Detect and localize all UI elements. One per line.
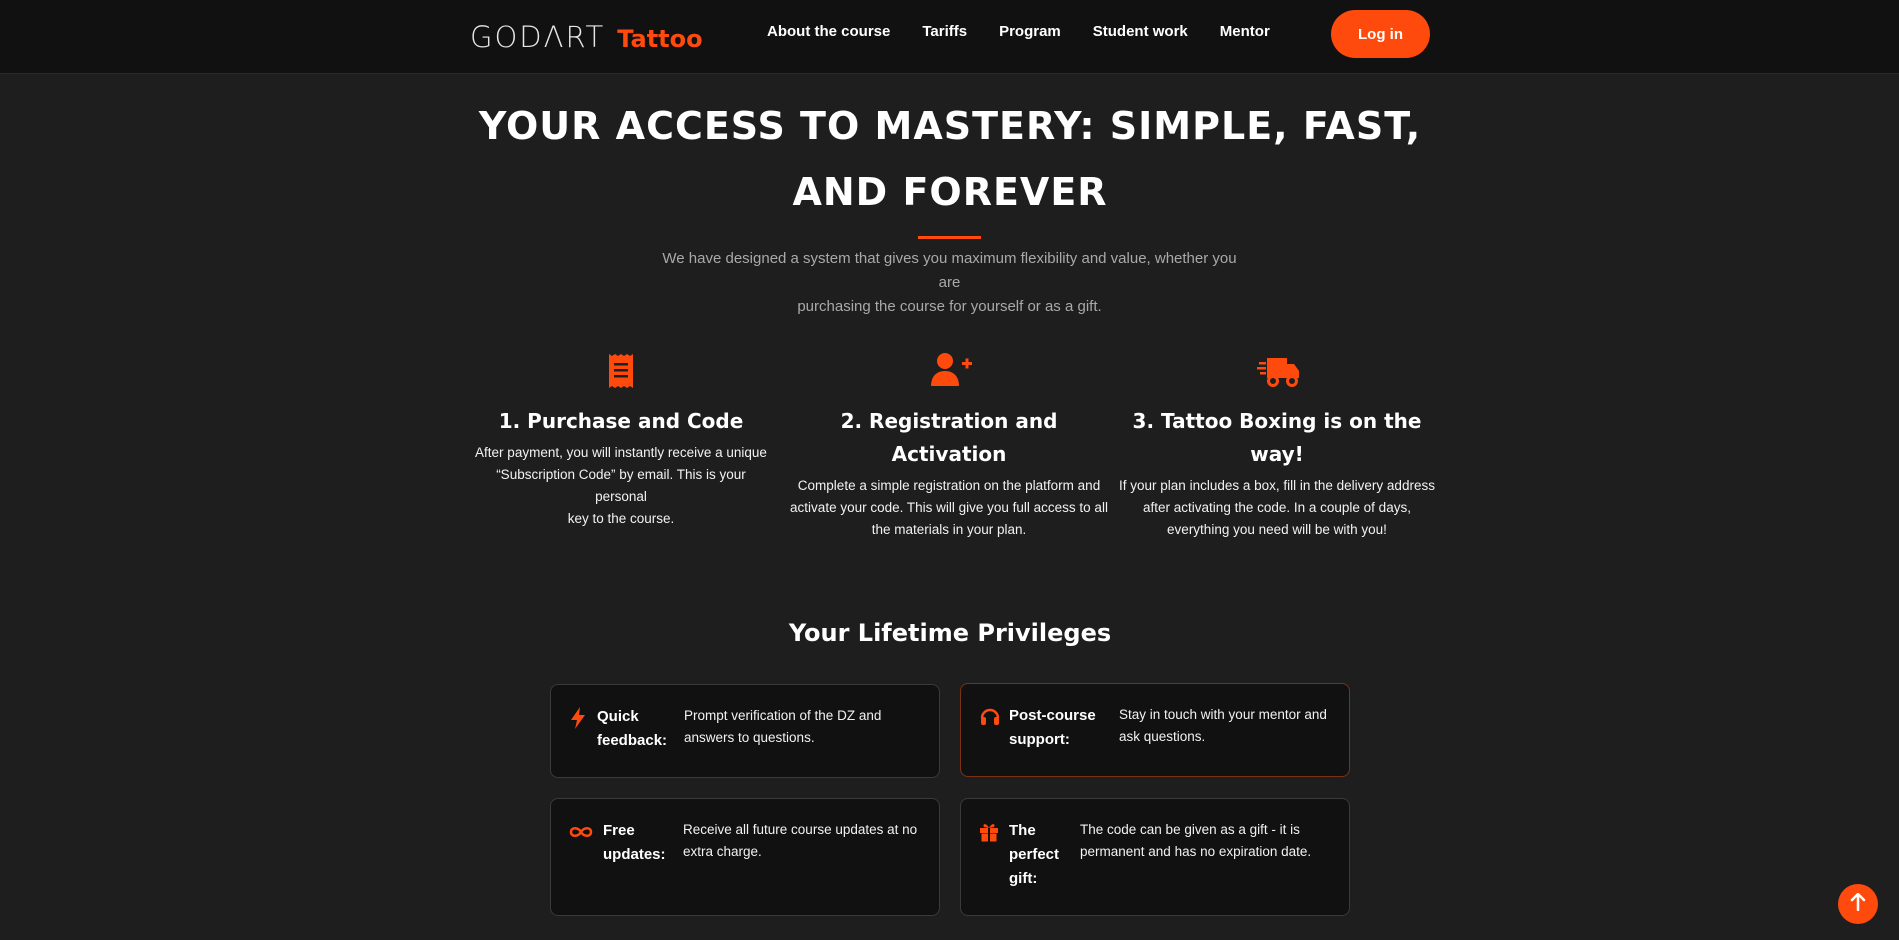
page-title-line-2: AND FOREVER [792, 170, 1108, 214]
main-nav: About the course Tariffs Program Student… [767, 23, 1302, 40]
privilege-title-line: Post-course [1009, 707, 1096, 724]
privilege-title-line: perfect [1009, 846, 1060, 863]
privilege-title-line: Quick [597, 708, 639, 725]
step-description: If your plan includes a box, fill in the… [1117, 475, 1437, 541]
step-description: After payment, you will instantly receiv… [471, 442, 771, 530]
nav-mentor[interactable]: Mentor [1220, 23, 1270, 40]
privilege-text-line: answers to questions. [684, 730, 815, 745]
step-text-line: activate your code. This will give you f… [790, 500, 1108, 515]
privilege-text-line: The code can be given as a gift - it is [1080, 822, 1300, 837]
step-title: 3. Tattoo Boxing is on the way! [1117, 405, 1437, 471]
step-title-line: 3. Tattoo Boxing is on the [1132, 409, 1422, 433]
privilege-title-line: updates: [603, 846, 666, 863]
page-title: YOUR ACCESS TO MASTERY: SIMPLE, FAST, AN… [450, 93, 1450, 225]
privilege-card-perfect-gift: The perfect gift: The code can be given … [960, 798, 1350, 916]
privilege-title: Free updates: [603, 819, 666, 867]
page-title-line-1: YOUR ACCESS TO MASTERY: SIMPLE, FAST, [478, 104, 1422, 148]
page-subtitle-line-2: purchasing the course for yourself or as… [797, 298, 1102, 315]
page-subtitle: We have designed a system that gives you… [660, 247, 1239, 319]
privilege-text-line: permanent and has no expiration date. [1080, 844, 1312, 859]
logo-wordmark: GODΛRT [470, 20, 606, 54]
step-text-line: If your plan includes a box, fill in the… [1119, 478, 1435, 493]
step-text-line: Complete a simple registration on the pl… [797, 478, 1101, 493]
top-nav-bar: GODΛRT Tattoo About the course Tariffs P… [0, 0, 1899, 74]
logo[interactable]: GODΛRT Tattoo [470, 17, 703, 57]
scroll-to-top-button[interactable] [1838, 884, 1878, 924]
privilege-card-post-course-support: Post-course support: Stay in touch with … [960, 683, 1350, 777]
logo-subtitle: Tattoo [617, 25, 703, 53]
step-text-line: key to the course. [567, 511, 675, 526]
step-description: Complete a simple registration on the pl… [789, 475, 1109, 541]
privilege-description: Stay in touch with your mentor and ask q… [1119, 704, 1327, 748]
privilege-text-line: ask questions. [1119, 729, 1206, 744]
privilege-text-line: extra charge. [683, 844, 762, 859]
privilege-title-line: Free [603, 822, 635, 839]
privilege-text-line: Stay in touch with your mentor and [1119, 707, 1327, 722]
nav-program[interactable]: Program [999, 23, 1061, 40]
privileges-heading: Your Lifetime Privileges [788, 619, 1112, 647]
step-text-line: after activating the code. In a couple o… [1143, 500, 1411, 515]
privilege-text-line: Receive all future course updates at no [683, 822, 918, 837]
privilege-text-line: Prompt verification of the DZ and [684, 708, 882, 723]
arrow-up-icon [1850, 892, 1866, 916]
privilege-title: Post-course support: [1009, 704, 1096, 752]
step-title: 1. Purchase and Code [498, 409, 744, 433]
privilege-card-quick-feedback: Quick feedback: Prompt verification of t… [550, 684, 940, 778]
privilege-title: The perfect gift: [1009, 819, 1059, 891]
privilege-description: Prompt verification of the DZ and answer… [684, 705, 881, 749]
step-text-line: everything you need will be with you! [1167, 522, 1387, 537]
step-title-line: way! [1250, 442, 1304, 466]
page-subtitle-line-1: We have designed a system that gives you… [662, 250, 1237, 291]
privilege-title-line: The [1009, 822, 1036, 839]
nav-student-work[interactable]: Student work [1093, 23, 1188, 40]
step-text-line: After payment, you will instantly receiv… [475, 445, 767, 460]
step-text-line: the materials in your plan. [871, 522, 1027, 537]
headset-icon [979, 706, 1001, 728]
login-button[interactable]: Log in [1331, 10, 1430, 58]
gift-icon [979, 821, 1001, 843]
step-registration: 2. Registration and Activation Complete … [789, 350, 1109, 541]
title-accent-divider [918, 236, 981, 239]
privilege-title-line: feedback: [597, 732, 668, 749]
privilege-description: Receive all future course updates at no … [683, 819, 917, 863]
truck-icon [1257, 350, 1299, 390]
user-plus-icon [929, 350, 972, 390]
nav-about-course[interactable]: About the course [767, 23, 890, 40]
privilege-card-free-updates: Free updates: Receive all future course … [550, 798, 940, 916]
infinity-icon [569, 821, 593, 843]
privilege-description: The code can be given as a gift - it is … [1080, 819, 1311, 863]
step-title: 2. Registration and Activation [840, 409, 1058, 466]
lightning-icon [569, 707, 591, 729]
privilege-title-line: gift: [1009, 870, 1038, 887]
privilege-title-line: support: [1009, 731, 1070, 748]
privilege-title: Quick feedback: [597, 705, 667, 753]
step-purchase: 1. Purchase and Code After payment, you … [471, 350, 771, 530]
step-text-line: “Subscription Code” by email. This is yo… [496, 467, 746, 504]
receipt-icon [601, 350, 641, 390]
nav-tariffs[interactable]: Tariffs [922, 23, 967, 40]
step-delivery: 3. Tattoo Boxing is on the way! If your … [1117, 350, 1437, 541]
